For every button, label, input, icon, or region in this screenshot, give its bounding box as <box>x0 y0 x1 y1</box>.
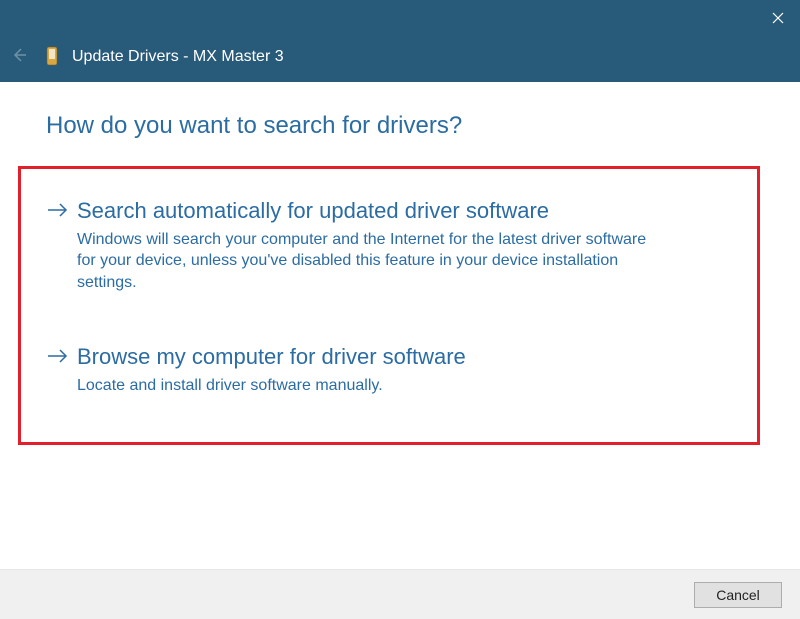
back-button <box>6 42 32 68</box>
close-icon <box>772 12 784 24</box>
option-body: Browse my computer for driver software L… <box>77 343 466 396</box>
option-search-automatically[interactable]: Search automatically for updated driver … <box>47 197 731 293</box>
back-arrow-icon <box>10 46 28 64</box>
arrow-right-icon <box>47 203 69 217</box>
window-title: Update Drivers - MX Master 3 <box>72 48 284 66</box>
option-title: Browse my computer for driver software <box>77 343 466 371</box>
arrow-right-icon <box>47 349 69 363</box>
footer: Cancel <box>0 569 800 619</box>
options-highlight-box: Search automatically for updated driver … <box>18 166 760 445</box>
device-icon <box>46 46 62 66</box>
option-browse-computer[interactable]: Browse my computer for driver software L… <box>47 343 731 396</box>
close-button[interactable] <box>766 6 790 30</box>
content-area: How do you want to search for drivers? S… <box>0 82 800 445</box>
cancel-button[interactable]: Cancel <box>694 582 782 608</box>
titlebar: Update Drivers - MX Master 3 <box>0 0 800 82</box>
page-heading: How do you want to search for drivers? <box>46 112 754 140</box>
option-title: Search automatically for updated driver … <box>77 197 647 225</box>
option-body: Search automatically for updated driver … <box>77 197 647 293</box>
option-description: Windows will search your computer and th… <box>77 229 647 294</box>
option-description: Locate and install driver software manua… <box>77 375 466 397</box>
